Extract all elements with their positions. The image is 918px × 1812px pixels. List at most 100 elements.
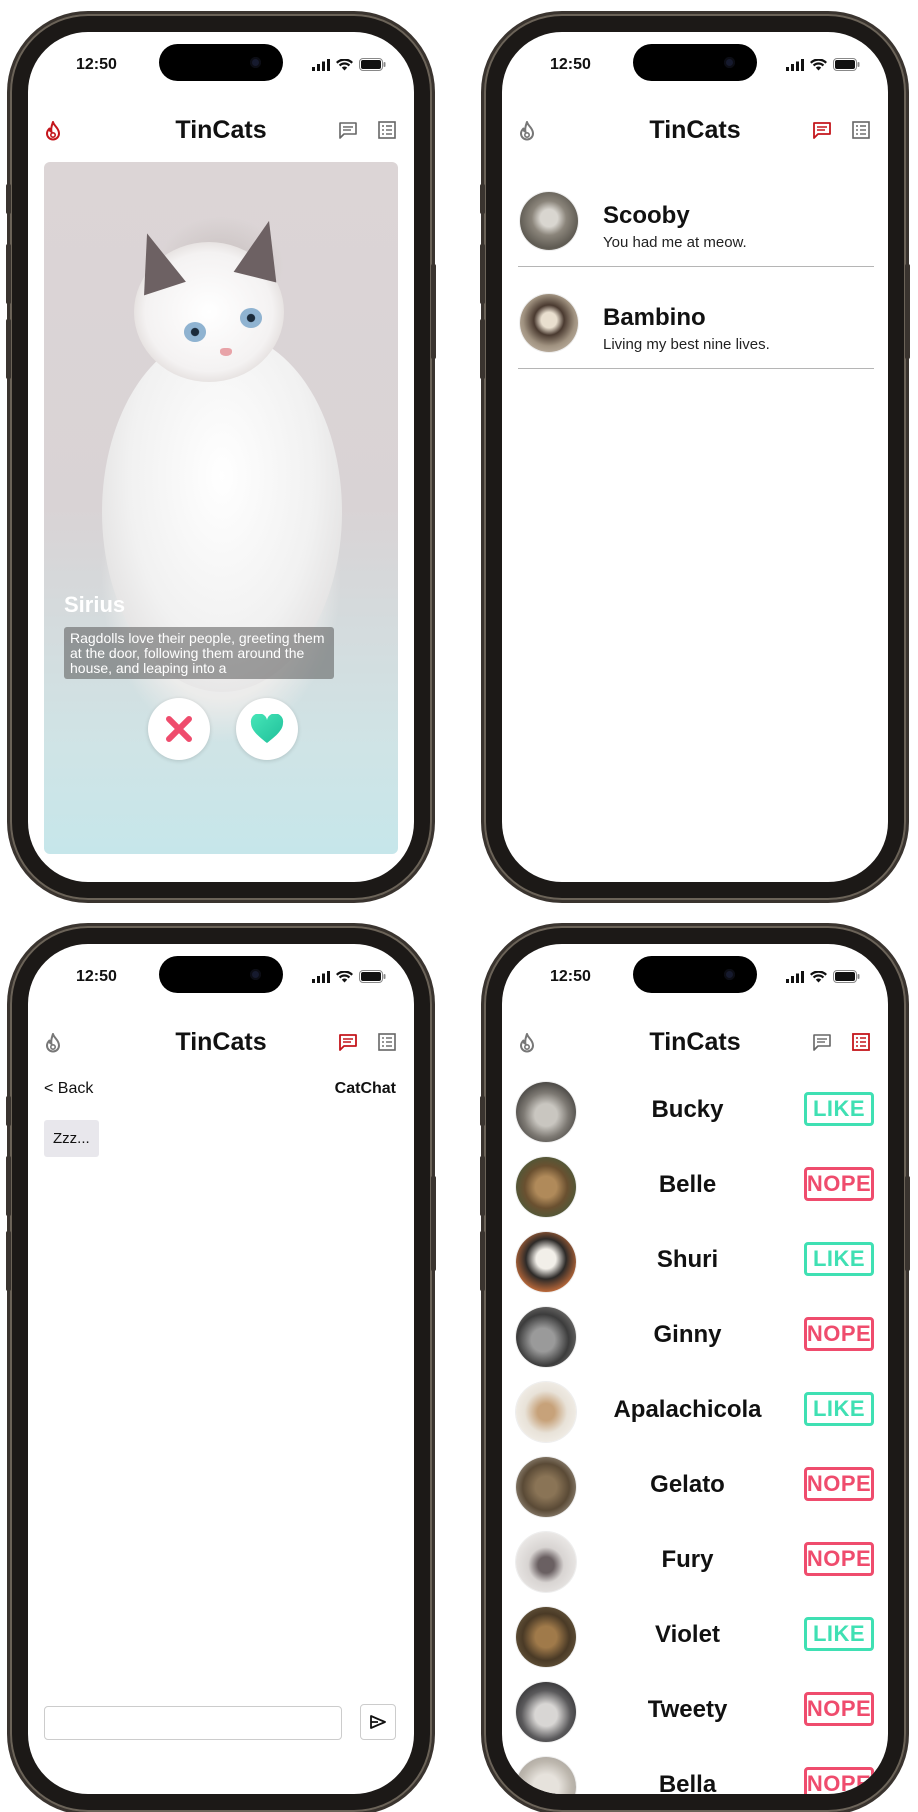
cat-name: Tweety [647,1696,728,1723]
avatar [520,192,578,250]
chat-icon[interactable] [812,121,832,139]
app-bar: TinCats [28,108,414,152]
match-name: Bambino [603,304,706,331]
app-bar: TinCats [502,1020,888,1064]
avatar [516,1157,576,1217]
nope-stamp: NOPE [804,1767,874,1794]
cat-name: Bella [658,1771,717,1794]
status-bar: 12:50 [28,966,414,992]
screen: 12:50 TinCats Sirius Ragdolls love their… [28,32,414,882]
phone-discover: 12:50 TinCats Sirius Ragdolls love their… [6,14,436,900]
like-stamp: LIKE [804,1392,874,1426]
screen: 12:50 TinCats Bucky LIKE Belle NOPE Shur [502,944,888,1794]
status-time: 12:50 [550,968,591,985]
nope-button[interactable] [148,698,210,760]
phone-likes: 12:50 TinCats Bucky LIKE Belle NOPE Shur [480,926,910,1812]
cat-nose [220,348,232,356]
signal-icon [312,970,330,983]
close-icon [166,716,192,742]
like-row-gelato[interactable]: Gelato NOPE [516,1453,874,1519]
screen: 12:50 TinCats < Back CatChat Zzz... [28,944,414,1794]
send-icon [370,1715,386,1729]
chat-icon[interactable] [812,1033,832,1051]
cat-ear-right [233,215,291,283]
avatar [516,1682,576,1742]
status-bar: 12:50 [502,54,888,80]
wifi-icon [810,970,827,982]
cat-description: Ragdolls love their people, greeting the… [64,627,334,679]
battery-icon [359,58,386,71]
cat-name: Belle [658,1171,717,1198]
avatar [516,1457,576,1517]
like-row-bucky[interactable]: Bucky LIKE [516,1078,874,1144]
cat-name: Sirius [64,592,126,617]
cat-name: Gelato [650,1471,725,1498]
cat-name: Bucky [651,1096,724,1123]
battery-icon [833,970,860,983]
match-row-bambino[interactable]: Bambino Living my best nine lives. [518,280,874,369]
nope-stamp: NOPE [804,1692,874,1726]
wifi-icon [810,58,827,70]
list-icon[interactable] [852,121,870,139]
like-row-ginny[interactable]: Ginny NOPE [516,1303,874,1369]
signal-icon [786,970,804,983]
avatar [516,1382,576,1442]
avatar [516,1532,576,1592]
like-row-apalachicola[interactable]: Apalachicola LIKE [516,1378,874,1444]
nope-stamp: NOPE [804,1317,874,1351]
phone-matches: 12:50 TinCats Scooby You had me at meow.… [480,14,910,900]
avatar [516,1757,576,1794]
phone-chat: 12:50 TinCats < Back CatChat Zzz... [6,926,436,1812]
like-row-belle[interactable]: Belle NOPE [516,1153,874,1219]
avatar [516,1607,576,1667]
chat-icon[interactable] [338,121,358,139]
list-icon[interactable] [378,121,396,139]
app-bar: TinCats [502,108,888,152]
chat-title: CatChat [334,1080,396,1097]
status-time: 12:50 [76,968,117,985]
match-row-scooby[interactable]: Scooby You had me at meow. [518,178,874,267]
screen: 12:50 TinCats Scooby You had me at meow.… [502,32,888,882]
message-input[interactable] [44,1706,342,1740]
list-icon[interactable] [852,1033,870,1051]
signal-icon [786,58,804,71]
nope-stamp: NOPE [804,1467,874,1501]
cat-card[interactable]: Sirius Ragdolls love their people, greet… [44,162,398,854]
match-bio: You had me at meow. [603,234,747,251]
avatar [516,1082,576,1142]
heart-icon [250,714,284,743]
battery-icon [833,58,860,71]
match-name: Scooby [603,202,690,229]
like-button[interactable] [236,698,298,760]
cat-eye-right [240,308,262,328]
match-bio: Living my best nine lives. [603,336,770,353]
like-row-fury[interactable]: Fury NOPE [516,1528,874,1594]
cat-name: Ginny [653,1321,722,1348]
back-link[interactable]: < Back [44,1080,93,1098]
like-row-shuri[interactable]: Shuri LIKE [516,1228,874,1294]
chat-icon[interactable] [338,1033,358,1051]
status-bar: 12:50 [502,966,888,992]
app-bar: TinCats [28,1020,414,1064]
battery-icon [359,970,386,983]
like-row-tweety[interactable]: Tweety NOPE [516,1678,874,1744]
list-icon[interactable] [378,1033,396,1051]
signal-icon [312,58,330,71]
avatar [520,294,578,352]
nope-stamp: NOPE [804,1542,874,1576]
avatar [516,1232,576,1292]
cat-name: Shuri [656,1246,719,1273]
cat-name: Fury [661,1546,714,1573]
like-stamp: LIKE [804,1092,874,1126]
avatar [516,1307,576,1367]
status-time: 12:50 [550,56,591,73]
send-button[interactable] [360,1704,396,1740]
message-bubble: Zzz... [44,1120,99,1157]
like-row-bella[interactable]: Bella NOPE [516,1753,874,1794]
like-row-violet[interactable]: Violet LIKE [516,1603,874,1669]
wifi-icon [336,58,353,70]
nope-stamp: NOPE [804,1167,874,1201]
status-time: 12:50 [76,56,117,73]
wifi-icon [336,970,353,982]
like-stamp: LIKE [804,1617,874,1651]
